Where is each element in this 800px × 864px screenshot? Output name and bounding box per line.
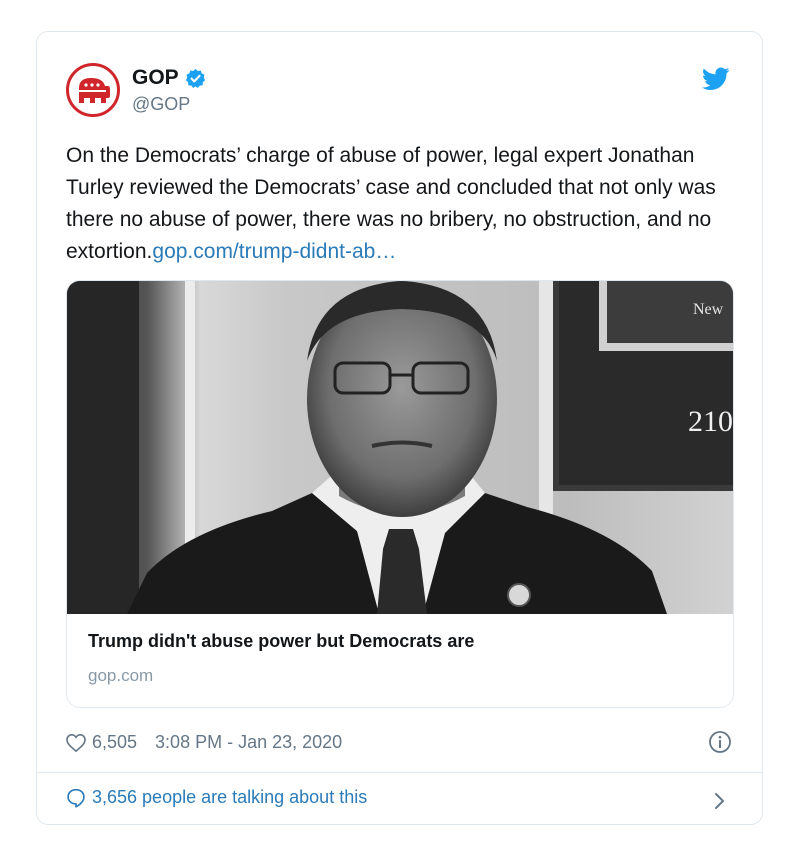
chevron-right-icon[interactable] bbox=[714, 792, 726, 810]
conversation-link[interactable]: 3,656 people are talking about this bbox=[66, 787, 367, 808]
link-preview-card[interactable]: New 210 Trump didn't abuse power but Dem… bbox=[66, 280, 734, 708]
comment-bubble-icon bbox=[67, 788, 85, 808]
card-photo[interactable]: New 210 bbox=[67, 281, 734, 614]
twitter-bird-icon[interactable] bbox=[702, 67, 730, 91]
gop-elephant-icon bbox=[79, 78, 110, 103]
photo-sign-new: New bbox=[693, 301, 724, 318]
divider bbox=[37, 772, 762, 773]
display-name[interactable]: GOP bbox=[132, 66, 179, 90]
verified-badge-icon bbox=[185, 68, 205, 88]
tweet-link[interactable]: gop.com/trump-didnt-ab… bbox=[152, 240, 396, 263]
card-title[interactable]: Trump didn't abuse power but Democrats a… bbox=[88, 631, 474, 652]
talking-count-text[interactable]: 3,656 people are talking about this bbox=[92, 787, 367, 808]
avatar[interactable] bbox=[66, 63, 120, 117]
tweet-meta: 6,505 3:08 PM - Jan 23, 2020 bbox=[66, 732, 342, 753]
tweet-card[interactable]: GOP @GOP On the Democrats’ charge of abu… bbox=[36, 31, 763, 825]
tweet-timestamp[interactable]: 3:08 PM - Jan 23, 2020 bbox=[155, 732, 342, 753]
tweet-text: On the Democrats’ charge of abuse of pow… bbox=[66, 140, 736, 268]
handle[interactable]: @GOP bbox=[132, 94, 190, 115]
like-count[interactable]: 6,505 bbox=[92, 732, 137, 753]
heart-icon[interactable] bbox=[66, 733, 86, 752]
info-icon[interactable] bbox=[708, 730, 732, 754]
card-domain: gop.com bbox=[88, 666, 154, 685]
photo-sign-room: 210 bbox=[688, 405, 733, 438]
